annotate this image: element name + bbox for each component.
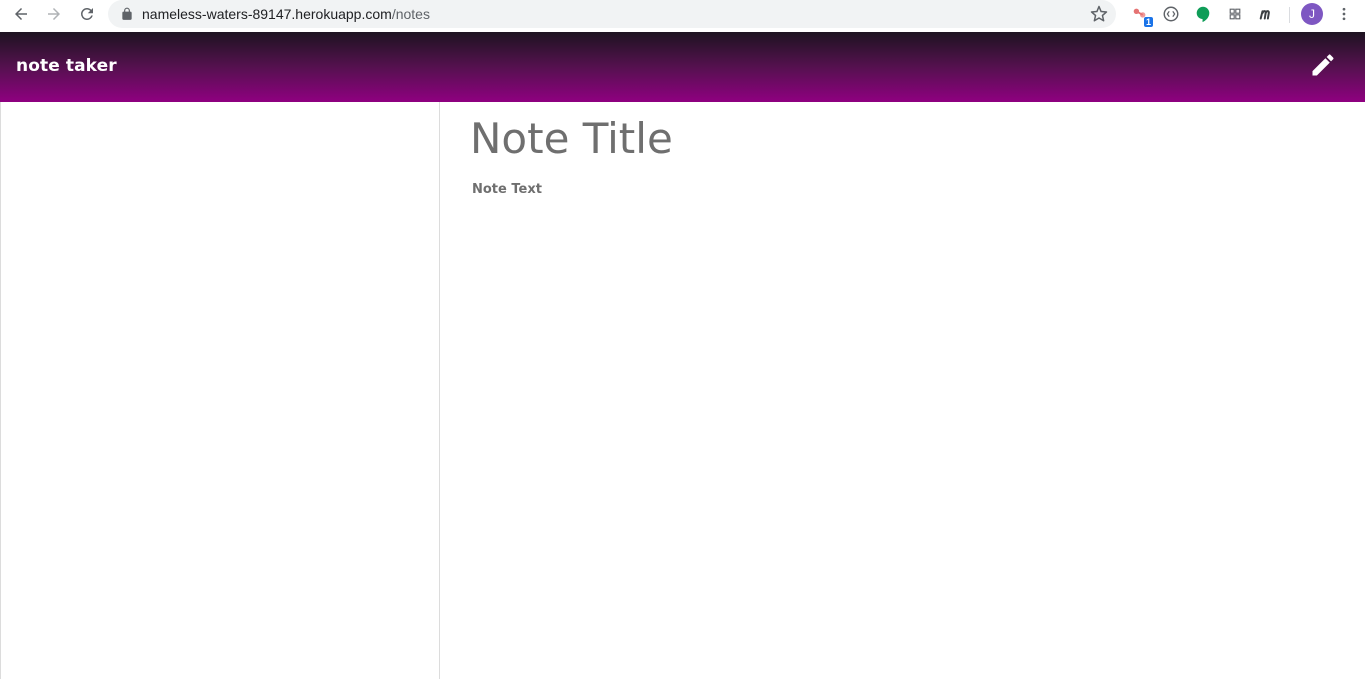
notes-list-panel	[0, 102, 440, 679]
profile-avatar[interactable]: J	[1301, 3, 1323, 25]
arrow-right-icon	[48, 8, 60, 20]
extension-circle-button[interactable]	[1161, 4, 1181, 24]
brand-title[interactable]: note taker	[16, 56, 117, 76]
browser-toolbar: nameless-waters-89147.herokuapp.com/note…	[0, 0, 1365, 32]
url-host: nameless-waters-89147.herokuapp.com	[142, 6, 392, 22]
extension-hangouts-button[interactable]	[1193, 4, 1213, 24]
code-circle-icon	[1163, 6, 1179, 22]
new-note-pencil-icon[interactable]	[1309, 51, 1337, 79]
address-bar[interactable]: nameless-waters-89147.herokuapp.com/note…	[108, 0, 1116, 28]
extension-grid-button[interactable]	[1225, 4, 1245, 24]
forward-button[interactable]	[42, 2, 66, 26]
url-text: nameless-waters-89147.herokuapp.com/note…	[142, 6, 430, 22]
extension-m-button[interactable]	[1257, 4, 1277, 24]
browser-menu-button[interactable]	[1334, 4, 1354, 24]
profile-initial: J	[1309, 7, 1315, 21]
app-navbar: note taker	[0, 32, 1365, 102]
reload-icon	[80, 7, 93, 20]
note-editor	[440, 102, 1365, 679]
extension-flow-button[interactable]: 1	[1130, 4, 1153, 27]
grid-icon	[1229, 8, 1241, 20]
back-button[interactable]	[9, 2, 33, 26]
chat-bubble-icon	[1196, 6, 1210, 23]
arrow-left-icon	[15, 8, 27, 20]
extension-badge: 1	[1143, 17, 1153, 27]
note-text-area[interactable]	[472, 182, 1332, 642]
note-title-input[interactable]	[470, 114, 1330, 163]
reload-button[interactable]	[75, 2, 99, 26]
m-logo-icon	[1259, 10, 1270, 20]
toolbar-separator	[1289, 7, 1290, 23]
bookmark-star-icon[interactable]	[1090, 5, 1108, 23]
lock-icon	[122, 7, 132, 20]
more-vertical-icon	[1342, 7, 1346, 21]
url-path: /notes	[391, 6, 430, 22]
